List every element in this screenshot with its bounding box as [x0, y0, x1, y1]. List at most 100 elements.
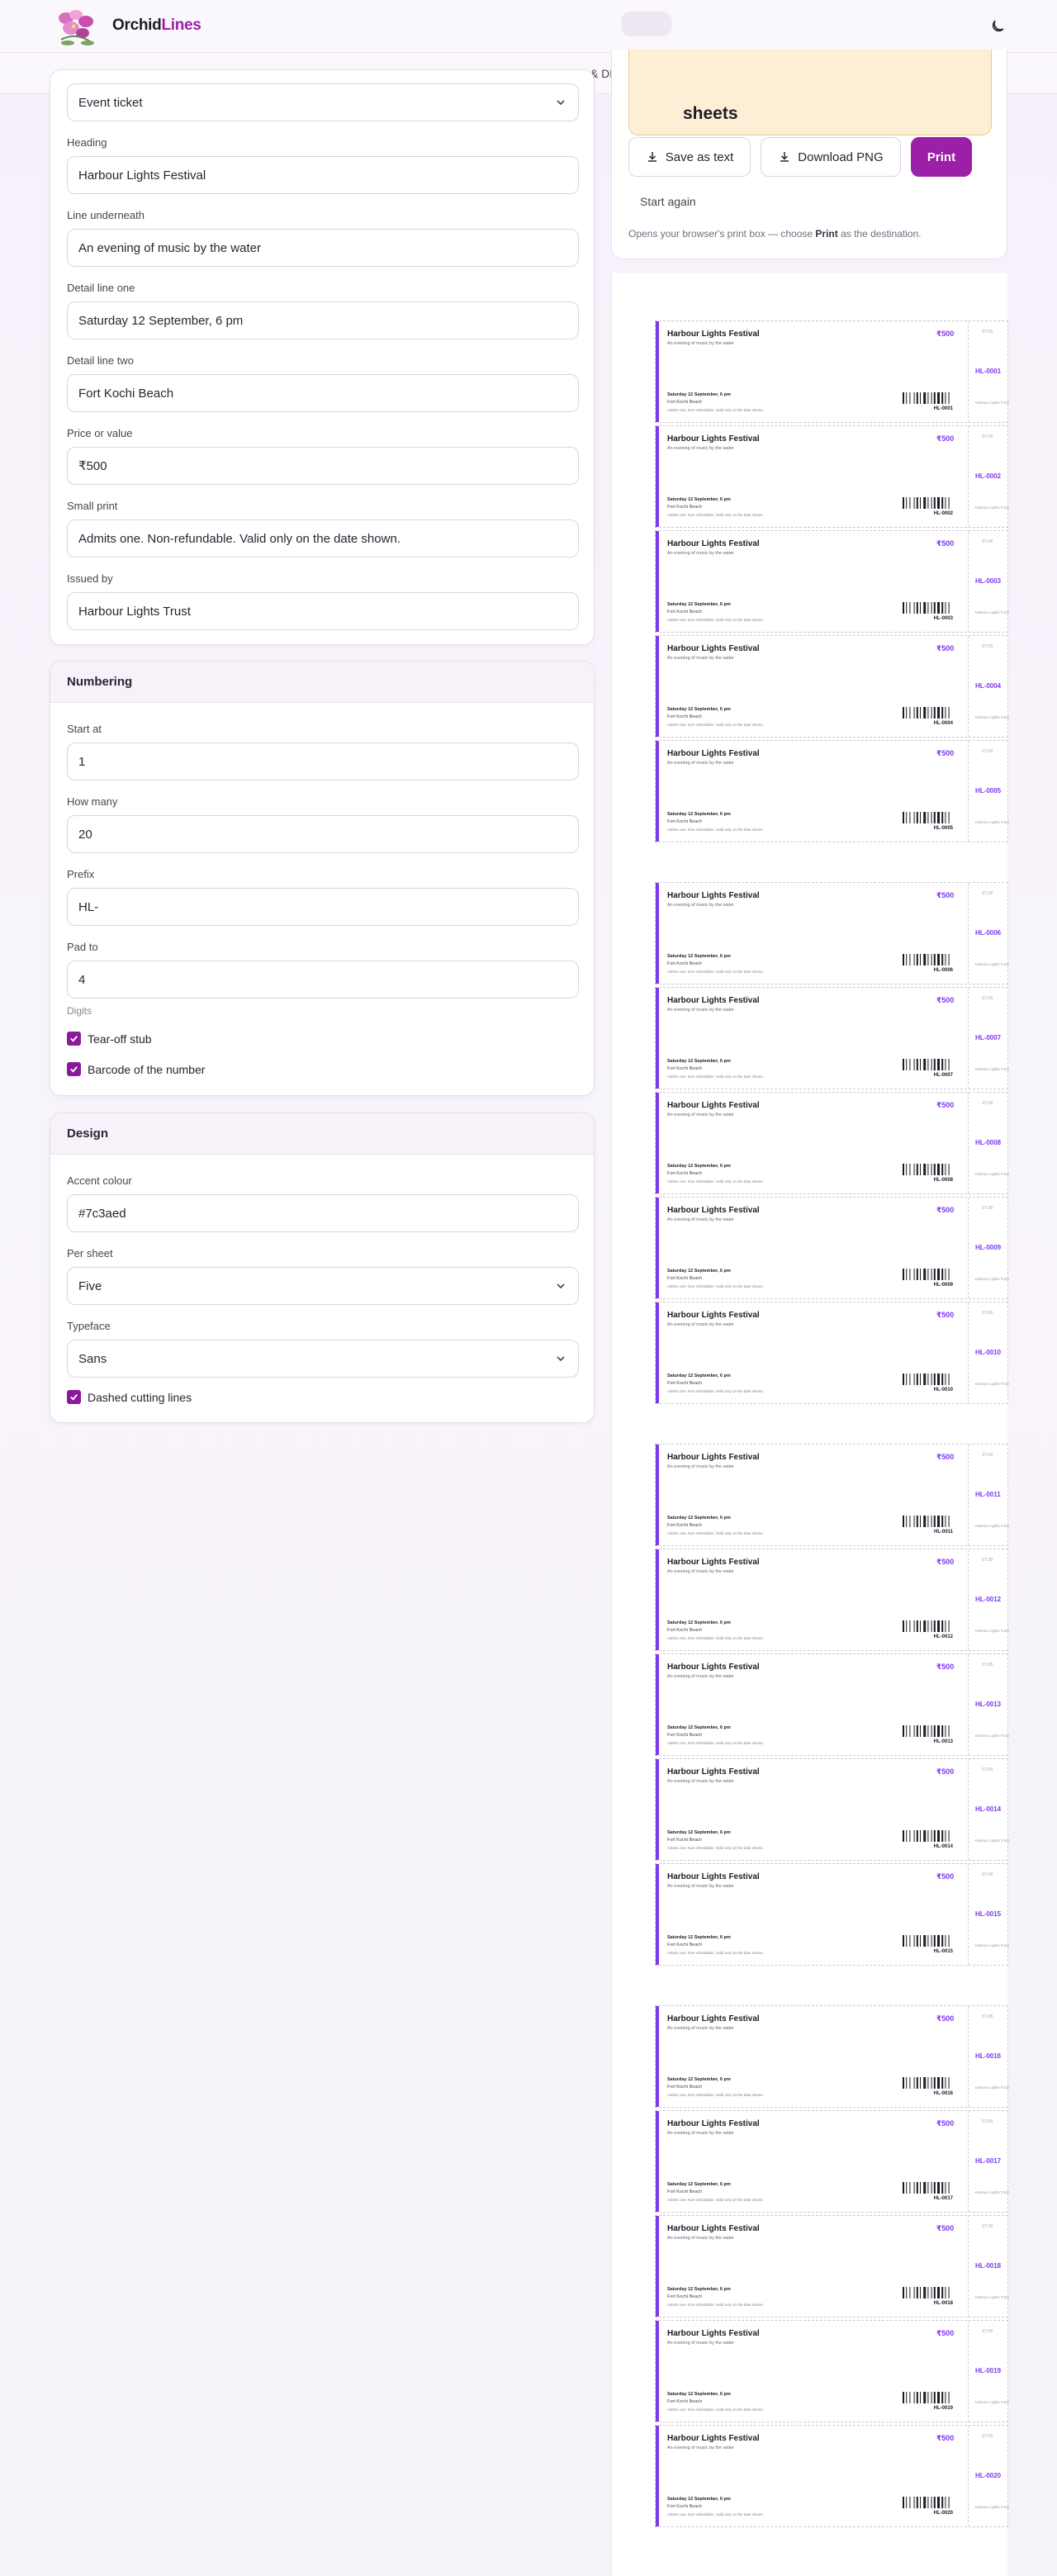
ticket-small-print: Admits one. Non-refundable. Valid only o…: [667, 2198, 764, 2202]
ticket-type-select[interactable]: Event ticket: [67, 83, 579, 121]
stub-number: HL-0008: [975, 1139, 1002, 1146]
how-many-input[interactable]: 20: [67, 815, 579, 853]
ticket-subline: An evening of music by the water: [667, 341, 735, 346]
detail-two-input[interactable]: Fort Kochi Beach: [67, 374, 579, 412]
save-as-text-button[interactable]: Save as text: [628, 137, 751, 177]
issued-by-input[interactable]: Harbour Lights Trust: [67, 592, 579, 630]
stub-number: HL-0011: [975, 1491, 1001, 1498]
ticket-subline: An evening of music by the water: [667, 2341, 735, 2346]
dashed-lines-checkbox[interactable]: Dashed cutting lines: [67, 1390, 192, 1404]
price-input[interactable]: ₹500: [67, 447, 579, 485]
ticket-price: ₹500: [936, 1311, 955, 1319]
barcode-icon: [903, 1269, 950, 1280]
chevron-down-icon: [557, 100, 565, 106]
numbering-card: Numbering Start at 1 How many 20 Prefix …: [50, 661, 595, 1096]
per-sheet-select[interactable]: Five: [67, 1267, 579, 1305]
orchid-logo-icon[interactable]: [51, 7, 102, 50]
ticket-number: HL-0004: [933, 721, 953, 726]
detail-one-input[interactable]: Saturday 12 September, 6 pm: [67, 301, 579, 339]
ticket-stub: STUB HL-0011 Harbour Lights Trust: [968, 1445, 1009, 1545]
ticket-price: ₹500: [936, 1206, 955, 1214]
ticket-number: HL-0014: [933, 1844, 953, 1849]
stub-issuer: Harbour Lights Trust: [975, 715, 1009, 719]
ticket-heading: Harbour Lights Festival: [667, 1872, 760, 1881]
ticket-heading: Harbour Lights Festival: [667, 539, 760, 548]
ticket-subline: An evening of music by the water: [667, 1569, 735, 1574]
ticket-preview: Harbour Lights Festival An evening of mus…: [611, 273, 1009, 2576]
ticket-heading: Harbour Lights Festival: [667, 1311, 760, 1320]
ticket-stub: STUB HL-0018 Harbour Lights Trust: [968, 2216, 1009, 2317]
ticket-number: HL-0020: [933, 2511, 953, 2516]
ticket-detail-one: Saturday 12 September, 6 pm: [667, 1935, 731, 1940]
ticket-price: ₹500: [936, 1101, 955, 1109]
ticket-stub: STUB HL-0009 Harbour Lights Trust: [968, 1198, 1009, 1298]
ticket-stub: STUB HL-0012 Harbour Lights Trust: [968, 1549, 1009, 1650]
ticket-price: ₹500: [936, 2224, 955, 2232]
ticket-price: ₹500: [936, 1453, 955, 1461]
ticket-number: HL-0005: [933, 826, 953, 831]
checkmark-icon: [67, 1062, 81, 1076]
ticket-number: HL-0001: [933, 406, 953, 411]
ticket-subline: An evening of music by the water: [667, 1008, 735, 1013]
small-print-input[interactable]: Admits one. Non-refundable. Valid only o…: [67, 519, 579, 557]
ticket-small-print: Admits one. Non-refundable. Valid only o…: [667, 2093, 764, 2097]
barcode-checkbox[interactable]: Barcode of the number: [67, 1062, 205, 1076]
detail-one-label: Detail line one: [67, 282, 135, 294]
barcode-icon: [903, 2077, 950, 2089]
ticket-stub: STUB HL-0017 Harbour Lights Trust: [968, 2111, 1009, 2212]
ticket-stub: STUB HL-0016 Harbour Lights Trust: [968, 2006, 1009, 2107]
ticket: Harbour Lights Festival An evening of mus…: [655, 1758, 1009, 1861]
ticket: Harbour Lights Festival An evening of mus…: [655, 1197, 1009, 1299]
typeface-value: Sans: [78, 1351, 107, 1366]
ticket-heading: Harbour Lights Festival: [667, 1558, 760, 1567]
barcode-icon: [903, 1620, 950, 1632]
ticket-stub: STUB HL-0004 Harbour Lights Trust: [968, 636, 1009, 737]
typeface-select[interactable]: Sans: [67, 1340, 579, 1378]
stub-number: HL-0014: [975, 1805, 1002, 1813]
design-title: Design: [50, 1113, 594, 1155]
ticket-small-print: Admits one. Non-refundable. Valid only o…: [667, 1951, 764, 1955]
stub-label: STUB: [982, 996, 993, 1001]
ticket-heading: Harbour Lights Festival: [667, 996, 760, 1005]
stub-number: HL-0009: [975, 1244, 1002, 1251]
ticket-detail-two: Fort Kochi Beach: [667, 1733, 703, 1738]
ticket-small-print: Admits one. Non-refundable. Valid only o…: [667, 1389, 764, 1393]
ticket-heading: Harbour Lights Festival: [667, 1206, 760, 1215]
prefix-input[interactable]: HL-: [67, 888, 579, 926]
stub-number: HL-0005: [975, 787, 1002, 795]
ticket-number: HL-0012: [933, 1634, 953, 1639]
line-underneath-input[interactable]: An evening of music by the water: [67, 229, 579, 267]
pad-to-input[interactable]: 4: [67, 961, 579, 999]
ticket-detail-two: Fort Kochi Beach: [667, 714, 703, 719]
start-again-button[interactable]: Start again: [640, 195, 696, 208]
ticket-price: ₹500: [936, 434, 955, 443]
pad-to-label: Pad to: [67, 941, 98, 953]
ticket-small-print: Admits one. Non-refundable. Valid only o…: [667, 828, 764, 832]
ticket-detail-two: Fort Kochi Beach: [667, 1381, 703, 1386]
barcode-icon: [903, 1830, 950, 1842]
ticket-subline: An evening of music by the water: [667, 761, 735, 766]
dashed-lines-label: Dashed cutting lines: [88, 1390, 192, 1404]
start-at-input[interactable]: 1: [67, 742, 579, 780]
ticket-number: HL-0019: [933, 2406, 953, 2411]
ticket-detail-two: Fort Kochi Beach: [667, 610, 703, 614]
download-png-button[interactable]: Download PNG: [761, 137, 901, 177]
moon-icon[interactable]: [988, 18, 1006, 36]
ticket-number: HL-0017: [933, 2196, 953, 2201]
ticket-detail-two: Fort Kochi Beach: [667, 1523, 703, 1528]
ticket-accent-bar: [656, 741, 659, 842]
brand-name[interactable]: OrchidLines: [112, 17, 201, 35]
checkmark-icon: [67, 1032, 81, 1046]
ticket-accent-bar: [656, 636, 659, 737]
print-button[interactable]: Print: [911, 137, 972, 177]
ticket-small-print: Admits one. Non-refundable. Valid only o…: [667, 2512, 764, 2517]
ticket-number: HL-0010: [933, 1388, 953, 1392]
ticket-number: HL-0009: [933, 1283, 953, 1288]
ticket-subline: An evening of music by the water: [667, 1322, 735, 1327]
ticket-accent-bar: [656, 531, 659, 632]
heading-input[interactable]: Harbour Lights Festival: [67, 156, 579, 194]
ticket-price: ₹500: [936, 644, 955, 652]
accent-colour-input[interactable]: #7c3aed: [67, 1194, 579, 1232]
ticket-heading: Harbour Lights Festival: [667, 434, 760, 444]
tear-off-checkbox[interactable]: Tear-off stub: [67, 1032, 152, 1046]
